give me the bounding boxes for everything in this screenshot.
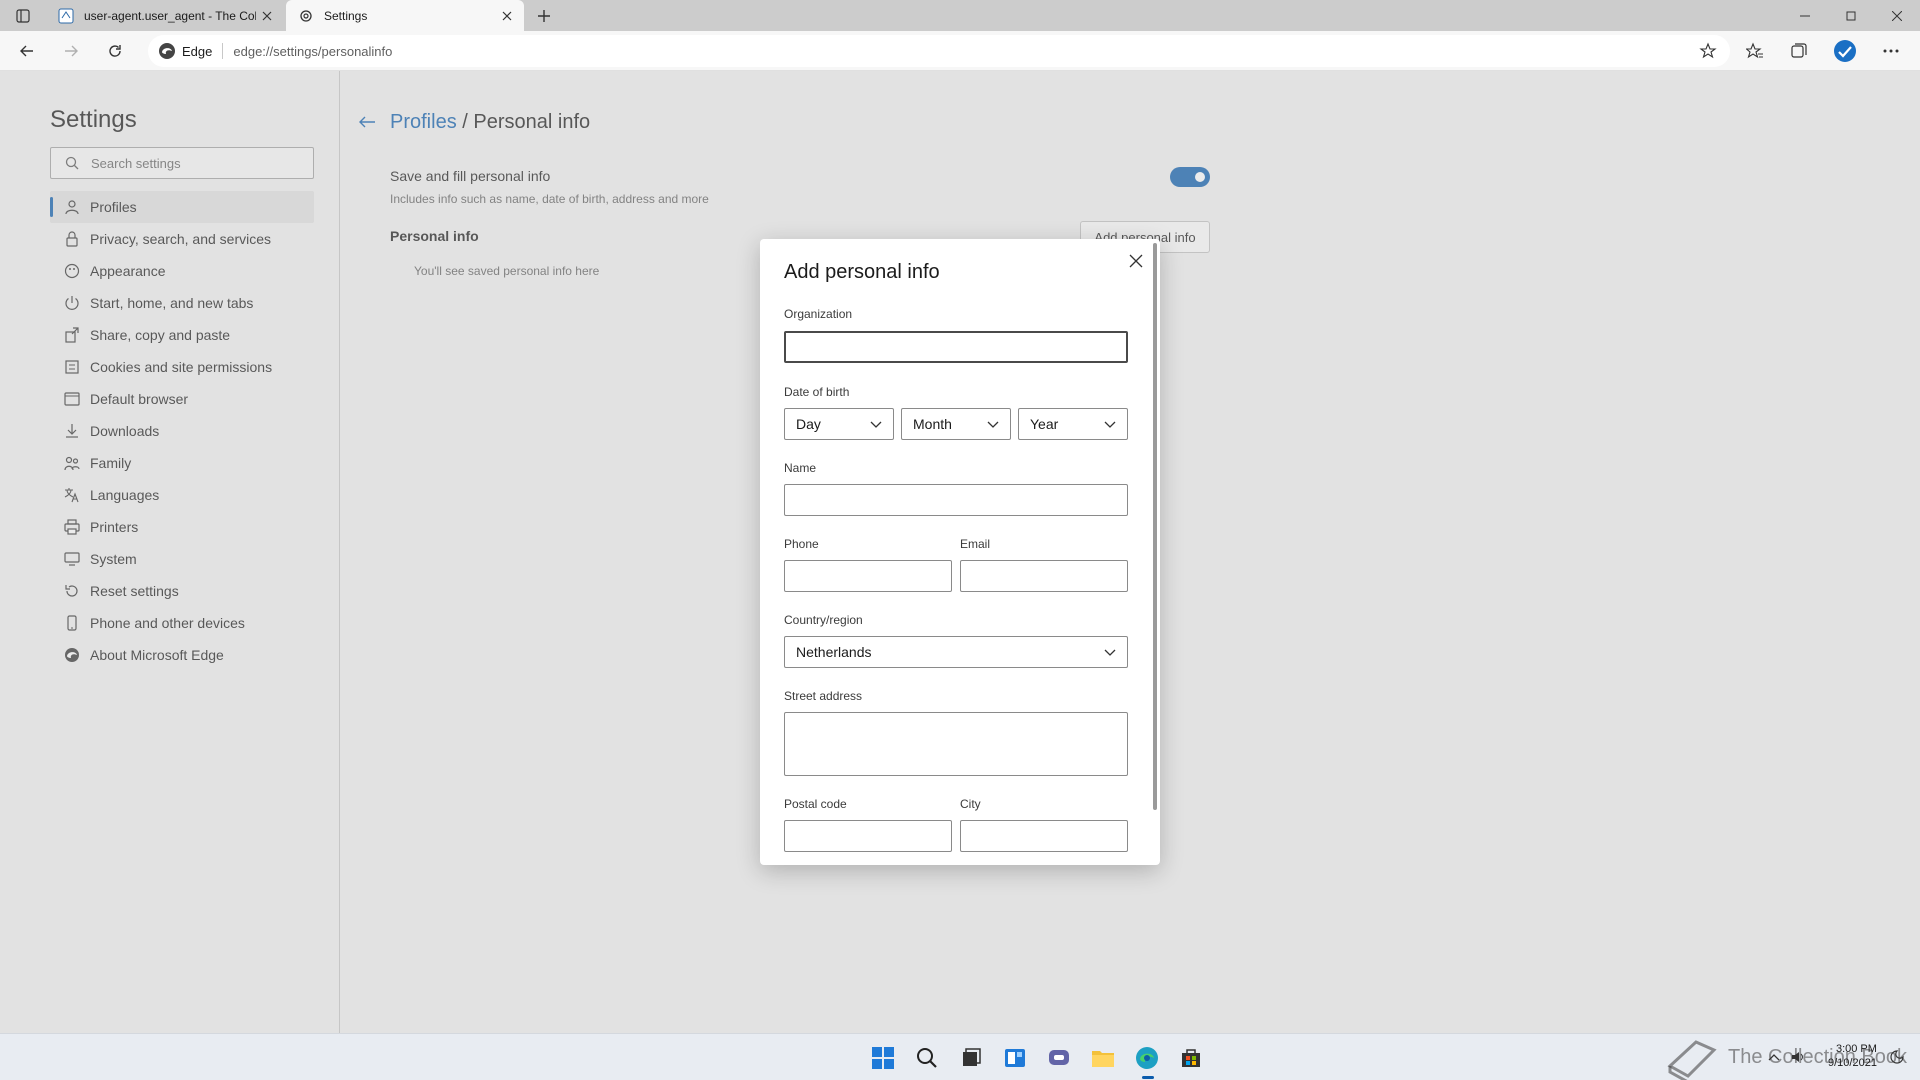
country-label: Country/region (784, 613, 863, 627)
taskbar: The Collection Book 3:00 PM 9/10/2021 (0, 1033, 1920, 1080)
task-view-icon[interactable] (956, 1043, 986, 1073)
address-separator (222, 43, 224, 59)
gear-icon (298, 8, 314, 24)
tab-actions-icon[interactable] (10, 5, 36, 27)
chevron-up-icon[interactable] (1765, 1048, 1783, 1066)
city-field[interactable] (960, 820, 1128, 852)
email-label: Email (960, 537, 991, 551)
tab-settings[interactable]: Settings (286, 0, 524, 31)
year-select-value: Year (1030, 416, 1059, 432)
scrollbar-thumb[interactable] (1153, 243, 1157, 810)
edge-icon (158, 42, 176, 60)
edge-taskbar-icon[interactable] (1132, 1043, 1162, 1079)
country-select-value: Netherlands (796, 644, 872, 660)
clock-time: 3:00 PM (1835, 1043, 1877, 1055)
book-logo-icon (1667, 1039, 1717, 1080)
close-window-icon[interactable] (1874, 0, 1920, 31)
watermark-text: The Collection Book (1728, 1046, 1907, 1068)
chevron-down-icon (870, 421, 882, 428)
file-explorer-icon[interactable] (1088, 1043, 1118, 1073)
tab-title: user-agent.user_agent - The Col (84, 8, 256, 23)
tab-title: Settings (324, 8, 368, 23)
tab-strip: user-agent.user_agent - The Col Settings (0, 0, 1920, 31)
back-icon[interactable] (12, 36, 42, 66)
chat-icon[interactable] (1044, 1043, 1074, 1073)
add-personal-info-dialog: Add personal info Organization Date of b… (760, 239, 1160, 865)
street-label: Street address (784, 689, 863, 703)
dialog-scrollbar[interactable] (1152, 239, 1158, 865)
widgets-icon[interactable] (1000, 1043, 1030, 1073)
browser-toolbar: Edge edge://settings/personalinfo (0, 31, 1920, 71)
clock-date: 9/10/2021 (1828, 1057, 1877, 1069)
clock[interactable]: 3:00 PM 9/10/2021 (1828, 1042, 1877, 1070)
postal-code-field[interactable] (784, 820, 952, 852)
store-icon[interactable] (1176, 1043, 1206, 1073)
maximize-icon[interactable] (1828, 0, 1874, 31)
url-text[interactable]: edge://settings/personalinfo (233, 44, 392, 59)
search-icon[interactable] (912, 1043, 942, 1073)
site-label: Edge (182, 43, 213, 59)
address-bar[interactable]: Edge edge://settings/personalinfo (148, 35, 1730, 67)
email-field[interactable] (960, 560, 1128, 592)
refresh-icon[interactable] (100, 36, 130, 66)
favorites-icon[interactable] (1740, 36, 1770, 66)
collections-icon[interactable] (1784, 36, 1814, 66)
phone-field[interactable] (784, 560, 952, 592)
name-field[interactable] (784, 484, 1128, 516)
country-select[interactable]: Netherlands (784, 636, 1128, 668)
add-favorite-icon[interactable] (1698, 41, 1718, 61)
chevron-down-icon (1104, 421, 1116, 428)
notifications-icon[interactable] (1888, 1048, 1906, 1066)
city-label: City (960, 797, 981, 811)
postal-label: Postal code (784, 797, 847, 811)
day-select[interactable]: Day (784, 408, 894, 440)
year-select[interactable]: Year (1018, 408, 1128, 440)
new-tab-button[interactable] (530, 4, 558, 28)
start-icon[interactable] (868, 1043, 898, 1073)
close-tab-icon[interactable] (496, 5, 518, 27)
month-select[interactable]: Month (901, 408, 1011, 440)
street-address-field[interactable] (784, 712, 1128, 776)
close-icon[interactable] (1122, 247, 1150, 275)
dob-label: Date of birth (784, 385, 850, 399)
chevron-down-icon (1104, 649, 1116, 656)
dialog-title: Add personal info (784, 261, 940, 283)
page-favicon-icon (58, 8, 74, 24)
volume-icon[interactable] (1790, 1048, 1808, 1066)
minimize-icon[interactable] (1782, 0, 1828, 31)
forward-icon[interactable] (56, 36, 86, 66)
profile-avatar-icon[interactable] (1830, 36, 1860, 66)
organization-label: Organization (784, 307, 853, 321)
chevron-down-icon (987, 421, 999, 428)
more-menu-icon[interactable] (1876, 36, 1906, 66)
close-tab-icon[interactable] (256, 5, 278, 27)
phone-label: Phone (784, 537, 819, 551)
day-select-value: Day (796, 416, 821, 432)
organization-field[interactable] (784, 331, 1128, 363)
month-select-value: Month (913, 416, 952, 432)
name-label: Name (784, 461, 817, 475)
tab-user-agent[interactable]: user-agent.user_agent - The Col (46, 0, 284, 31)
